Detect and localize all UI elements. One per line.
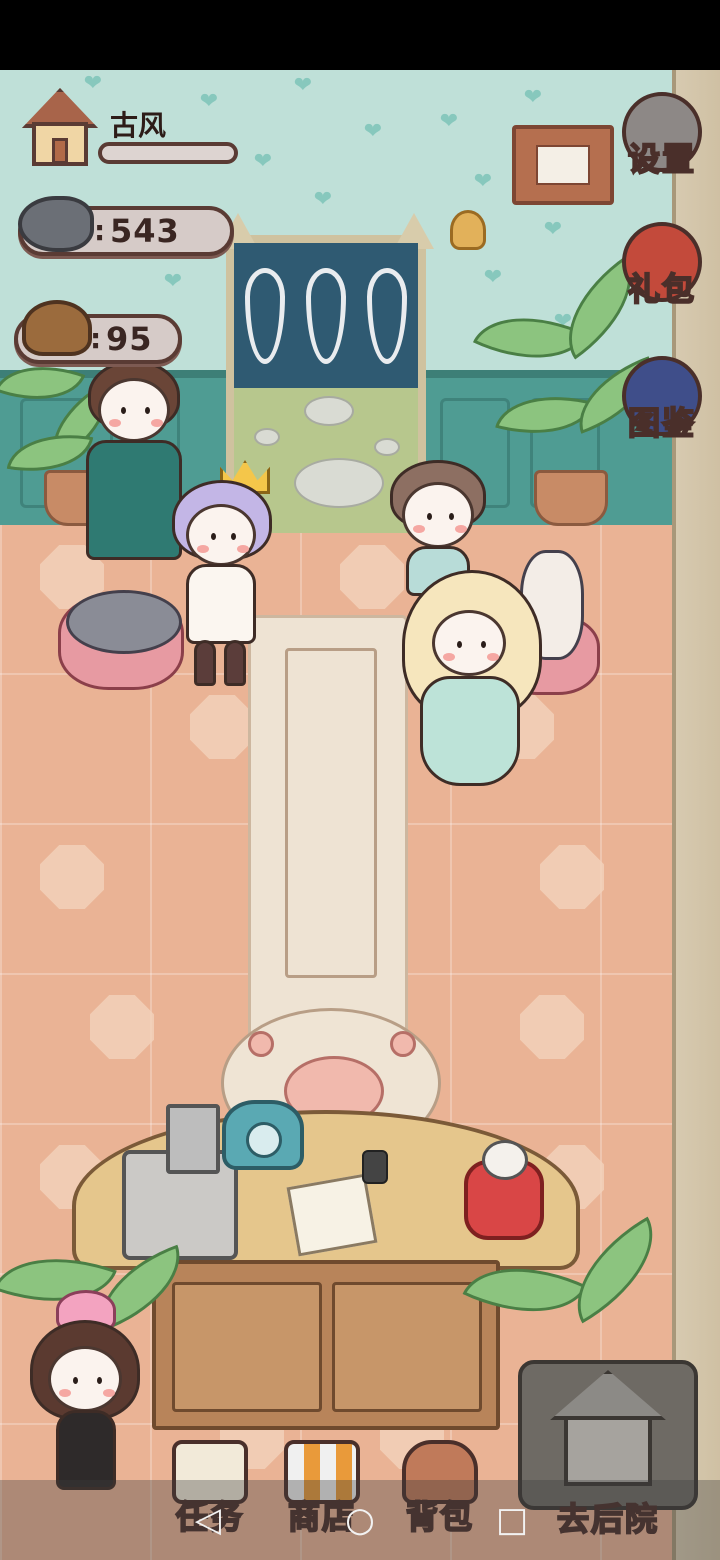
catalog-label: 图鉴 bbox=[627, 403, 696, 443]
apron bbox=[56, 1410, 116, 1490]
guest-lolita-girl[interactable] bbox=[392, 570, 552, 810]
noren-curtain bbox=[234, 243, 418, 388]
status-bar bbox=[0, 0, 720, 70]
floor-tile bbox=[90, 995, 154, 1059]
inkwell-icon bbox=[362, 1150, 388, 1184]
plant-pot bbox=[534, 470, 608, 526]
eye bbox=[427, 513, 432, 520]
face bbox=[98, 378, 170, 442]
paw-print-icon: ❤ bbox=[313, 187, 333, 212]
desk-cabinet bbox=[152, 1260, 500, 1430]
floor-tile bbox=[40, 845, 104, 909]
settings-label: 设置 bbox=[627, 139, 696, 179]
leaf bbox=[552, 1216, 678, 1324]
guest-ledger[interactable] bbox=[286, 1173, 378, 1257]
blush bbox=[487, 653, 499, 661]
wall-picture-frame[interactable] bbox=[512, 125, 614, 205]
nav-recent-button[interactable]: □ bbox=[492, 1500, 532, 1540]
fish-pattern-icon bbox=[367, 267, 408, 364]
paw-print-icon: ❤ bbox=[439, 109, 459, 134]
floor-tile bbox=[540, 845, 604, 909]
paw-toe bbox=[248, 1031, 274, 1057]
lucky-cat-face bbox=[482, 1140, 528, 1180]
fish-icon bbox=[18, 196, 94, 252]
cabinet-door bbox=[172, 1282, 322, 1412]
fish-pattern-icon bbox=[244, 267, 285, 364]
face bbox=[48, 1346, 122, 1412]
eye bbox=[73, 1377, 78, 1384]
phone-dial bbox=[246, 1122, 282, 1158]
blush bbox=[455, 525, 467, 533]
eye bbox=[97, 1377, 102, 1384]
gift-button[interactable]: 礼包 bbox=[618, 222, 706, 310]
eye bbox=[457, 641, 462, 648]
carpet-border bbox=[285, 648, 377, 978]
paw-print-icon: ❤ bbox=[199, 89, 219, 114]
frilly-dress bbox=[420, 676, 520, 786]
poop-count: 95 bbox=[106, 320, 153, 358]
stepping-stone bbox=[304, 396, 354, 426]
eye bbox=[211, 533, 216, 540]
nav-back-button[interactable]: ◁ bbox=[188, 1500, 228, 1540]
leaf bbox=[462, 1239, 588, 1341]
floor-tile bbox=[190, 695, 254, 759]
paw-print-icon: ❤ bbox=[253, 149, 273, 174]
register-screen bbox=[166, 1104, 220, 1174]
backyard-house-icon bbox=[564, 1416, 652, 1486]
face bbox=[432, 610, 506, 676]
separator: : bbox=[94, 214, 106, 247]
telephone-icon[interactable] bbox=[222, 1100, 304, 1170]
settings-button[interactable]: 设置 bbox=[618, 92, 706, 180]
cabinet-door bbox=[332, 1282, 482, 1412]
eye bbox=[145, 407, 150, 414]
paw-print-icon: ❤ bbox=[543, 217, 563, 242]
blush bbox=[103, 1389, 115, 1397]
eye bbox=[481, 641, 486, 648]
fish-count: 543 bbox=[110, 212, 180, 250]
blush bbox=[109, 419, 121, 427]
cat-portrait bbox=[536, 145, 590, 185]
sleeping-gray-cat[interactable] bbox=[66, 590, 182, 654]
hall-name: 古风 bbox=[110, 109, 167, 142]
house-icon[interactable] bbox=[20, 88, 100, 168]
poop-icon bbox=[22, 300, 92, 356]
bell-icon[interactable] bbox=[450, 210, 486, 250]
level-progress-bar bbox=[98, 142, 238, 164]
stepping-stone bbox=[254, 428, 280, 446]
catalog-button[interactable]: 图鉴 bbox=[618, 356, 706, 444]
paw-print-icon: ❤ bbox=[523, 85, 543, 110]
nav-home-button[interactable]: ○ bbox=[340, 1500, 380, 1540]
eye bbox=[121, 407, 126, 414]
eye bbox=[231, 533, 236, 540]
eye bbox=[449, 513, 454, 520]
blush bbox=[413, 525, 425, 533]
blush bbox=[443, 653, 455, 661]
stepping-stone bbox=[294, 458, 384, 508]
paw-print-icon: ❤ bbox=[363, 119, 383, 144]
fish-pattern-icon bbox=[305, 267, 346, 364]
face bbox=[186, 504, 256, 566]
outfit bbox=[186, 564, 256, 644]
paw-toe bbox=[390, 1031, 416, 1057]
paw-print-icon: ❤ bbox=[473, 169, 493, 194]
leg bbox=[224, 640, 246, 686]
face bbox=[402, 482, 474, 548]
blush bbox=[59, 1389, 71, 1397]
guest-prince-boy[interactable] bbox=[168, 460, 278, 700]
blush bbox=[237, 545, 249, 553]
blush bbox=[197, 545, 209, 553]
house-door bbox=[52, 138, 68, 164]
gift-label: 礼包 bbox=[627, 269, 696, 309]
leg bbox=[194, 640, 216, 686]
paw-print-icon: ❤ bbox=[163, 269, 183, 294]
floor-tile bbox=[520, 995, 584, 1059]
paw-print-icon: ❤ bbox=[293, 73, 313, 98]
stepping-stone bbox=[374, 438, 400, 456]
blush bbox=[151, 419, 163, 427]
